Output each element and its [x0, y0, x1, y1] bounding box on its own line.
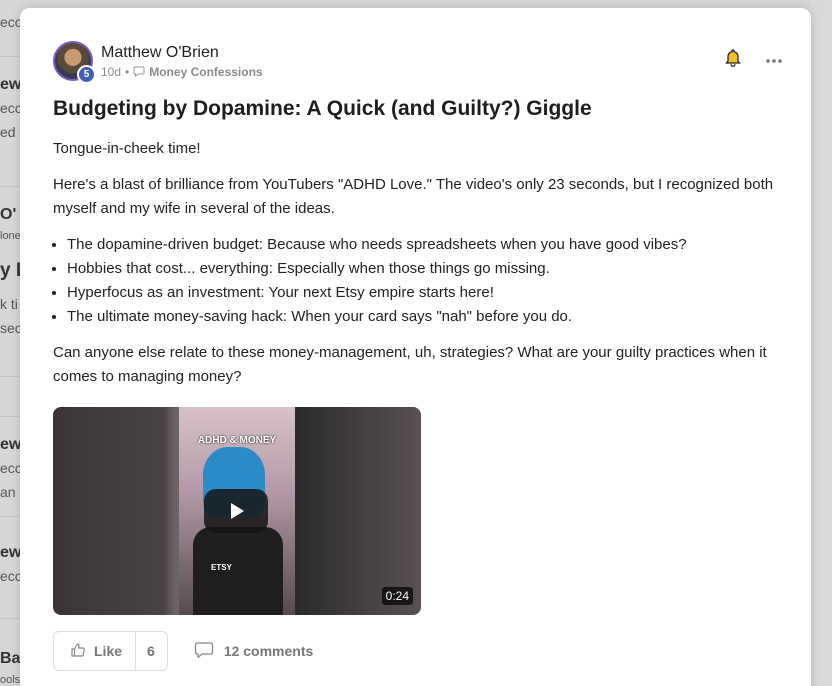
play-button[interactable] [204, 489, 268, 533]
post-time[interactable]: 10d [101, 65, 121, 79]
video-duration: 0:24 [381, 587, 413, 605]
bullet-item: Hyperfocus as an investment: Your next E… [67, 281, 783, 305]
bullet-item: The ultimate money-saving hack: When you… [67, 305, 783, 329]
bullet-item: The dopamine-driven budget: Because who … [67, 233, 783, 257]
like-label: Like [94, 643, 123, 659]
category-link[interactable]: Money Confessions [149, 65, 262, 79]
bell-icon[interactable] [723, 48, 743, 68]
post-meta: 10d • Money Confessions [101, 65, 263, 80]
video-embed[interactable]: ADHD & MONEY ETSY 0:24 [53, 407, 421, 615]
comments-button[interactable]: 12 comments [194, 641, 313, 662]
post-footer: Like 6 12 comments [53, 631, 783, 671]
avatar[interactable]: 5 [53, 41, 96, 84]
play-icon [231, 503, 244, 519]
post-title: Budgeting by Dopamine: A Quick (and Guil… [53, 97, 592, 120]
video-person-shirt [193, 527, 283, 615]
like-count[interactable]: 6 [136, 632, 167, 670]
post-paragraph-2: Can anyone else relate to these money-ma… [53, 344, 767, 385]
comments-label: 12 comments [223, 643, 314, 659]
category-chat-icon [133, 65, 145, 80]
post-modal: 5 Matthew O'Brien 10d • Money Confession… [20, 8, 811, 686]
post-actions-top [723, 48, 783, 68]
post: 5 Matthew O'Brien 10d • Money Confession… [53, 40, 783, 671]
meta-separator: • [125, 65, 130, 79]
post-paragraph-1: Here's a blast of brilliance from YouTub… [53, 176, 774, 217]
video-overlay-text: ADHD & MONEY [197, 435, 277, 446]
level-badge: 5 [77, 65, 96, 84]
like-group: Like 6 [53, 631, 168, 671]
post-intro: Tongue-in-cheek time! [53, 140, 201, 157]
more-options-icon[interactable] [765, 53, 783, 64]
comment-icon [194, 641, 214, 662]
author-block: Matthew O'Brien 10d • Money Confessions [101, 43, 263, 80]
bullet-item: Hobbies that cost... everything: Especia… [67, 257, 783, 281]
thumbs-up-icon [70, 642, 86, 661]
post-header: 5 Matthew O'Brien 10d • Money Confession… [53, 40, 783, 84]
video-sticker-text: ETSY [211, 563, 232, 572]
like-button[interactable]: Like [54, 632, 137, 670]
bullet-list: The dopamine-driven budget: Because who … [53, 233, 783, 329]
author-name[interactable]: Matthew O'Brien [101, 43, 263, 63]
